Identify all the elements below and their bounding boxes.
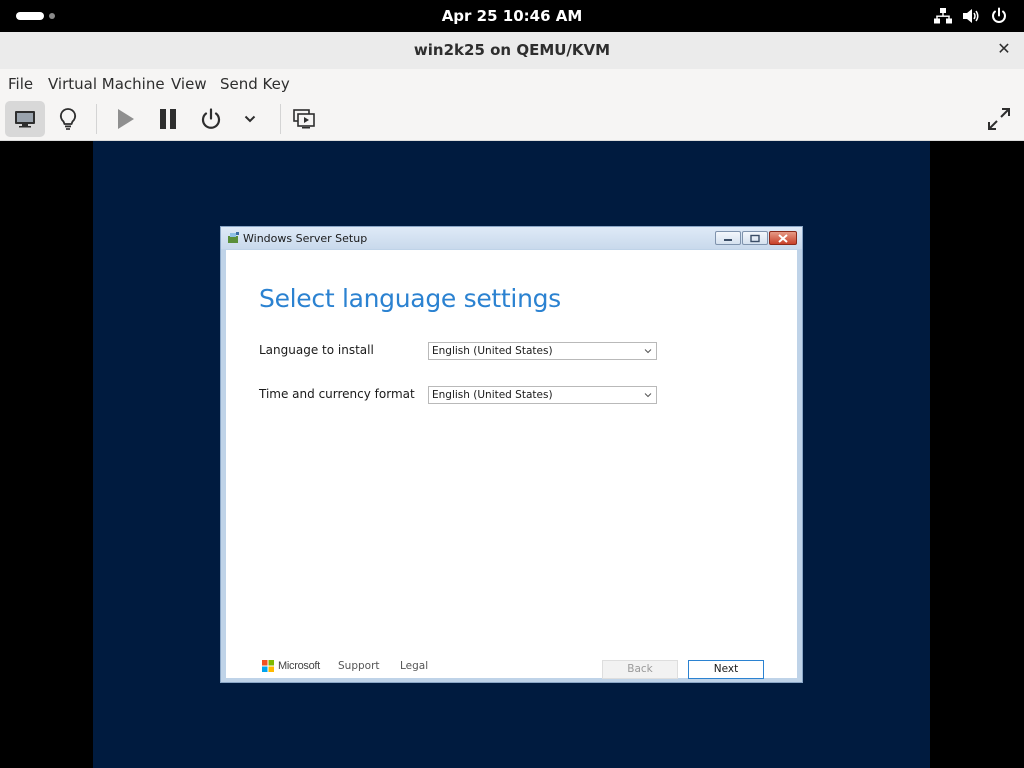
- menu-send-key[interactable]: Send Key: [220, 75, 290, 93]
- toolbar-separator: [96, 104, 97, 134]
- network-icon[interactable]: [934, 7, 952, 25]
- chevron-down-icon: [244, 115, 256, 123]
- window-title: win2k25 on QEMU/KVM: [413, 41, 611, 59]
- console-button[interactable]: [5, 101, 45, 137]
- setup-content: Select language settings Language to ins…: [226, 250, 797, 679]
- volume-icon[interactable]: [962, 7, 980, 25]
- run-button[interactable]: [105, 101, 145, 137]
- clock[interactable]: Apr 25 10:46 AM: [0, 7, 1024, 25]
- pause-button[interactable]: [148, 101, 188, 137]
- back-button[interactable]: Back: [602, 660, 678, 679]
- fullscreen-button[interactable]: [979, 101, 1019, 137]
- shutdown-icon: [201, 108, 221, 129]
- toolbar: [0, 98, 1024, 141]
- microsoft-brand: Microsoft: [278, 660, 320, 672]
- minimize-button[interactable]: [715, 231, 741, 245]
- setup-title: Windows Server Setup: [243, 232, 368, 245]
- dialog-close-button[interactable]: [769, 231, 797, 245]
- maximize-button[interactable]: [742, 231, 768, 245]
- toolbar-separator: [280, 104, 281, 134]
- setup-titlebar[interactable]: Windows Server Setup: [221, 227, 802, 249]
- microsoft-logo-icon: [262, 660, 274, 672]
- snapshots-icon: [293, 109, 315, 129]
- next-button[interactable]: Next: [688, 660, 764, 679]
- format-label: Time and currency format: [259, 387, 415, 401]
- chevron-down-icon: [644, 393, 652, 398]
- maximize-icon: [750, 234, 760, 243]
- details-icon: [59, 108, 77, 130]
- minimize-icon: [724, 239, 732, 241]
- language-select-value: English (United States): [432, 345, 553, 357]
- system-top-bar: Apr 25 10:46 AM: [0, 0, 1024, 32]
- fullscreen-icon: [988, 108, 1010, 130]
- pause-icon: [160, 109, 176, 129]
- power-icon[interactable]: [990, 7, 1008, 25]
- menu-view[interactable]: View: [171, 75, 207, 93]
- language-label: Language to install: [259, 343, 374, 357]
- run-icon: [118, 109, 134, 129]
- page-title: Select language settings: [259, 284, 561, 313]
- language-select[interactable]: English (United States): [428, 342, 657, 360]
- setup-app-icon: [228, 232, 239, 243]
- window-titlebar[interactable]: win2k25 on QEMU/KVM ✕: [0, 32, 1024, 70]
- close-icon: [778, 234, 788, 243]
- legal-link[interactable]: Legal: [400, 660, 428, 672]
- chevron-down-icon: [644, 349, 652, 354]
- close-icon[interactable]: ✕: [994, 40, 1014, 60]
- menu-bar: File Virtual Machine View Send Key: [0, 69, 1024, 98]
- details-button[interactable]: [48, 101, 88, 137]
- format-select[interactable]: English (United States): [428, 386, 657, 404]
- menu-file[interactable]: File: [8, 75, 33, 93]
- format-select-value: English (United States): [432, 389, 553, 401]
- snapshots-button[interactable]: [284, 101, 324, 137]
- setup-dialog: Windows Server Setup Select language set…: [220, 226, 803, 683]
- shutdown-menu-button[interactable]: [230, 101, 270, 137]
- menu-virtual-machine[interactable]: Virtual Machine: [48, 75, 165, 93]
- shutdown-button[interactable]: [191, 101, 231, 137]
- support-link[interactable]: Support: [338, 660, 380, 672]
- console-icon: [15, 111, 35, 128]
